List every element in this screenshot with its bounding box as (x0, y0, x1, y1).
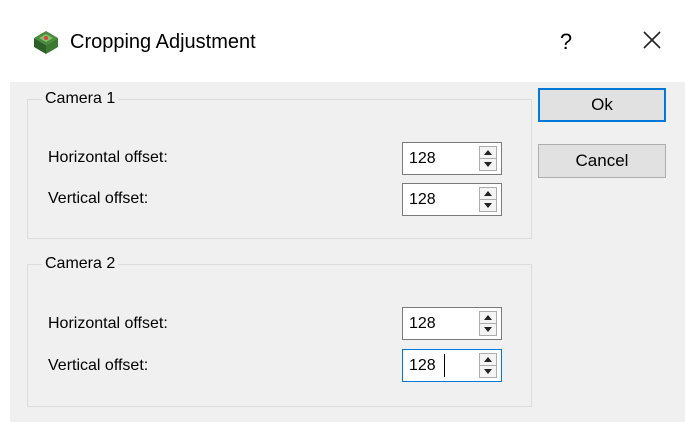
close-icon (630, 30, 674, 50)
camera-1-vertical-offset-spinbox[interactable]: 128 (402, 183, 502, 216)
spin-down-arrow-icon[interactable] (480, 159, 496, 170)
spinbox-value: 128 (409, 191, 436, 208)
camera-2-horizontal-offset-label: Horizontal offset: (48, 315, 168, 332)
camera-1-horizontal-offset-label: Horizontal offset: (48, 149, 168, 166)
spin-up-arrow-icon[interactable] (480, 354, 496, 366)
spin-up-arrow-icon[interactable] (480, 188, 496, 200)
spinbox-value: 128 (409, 150, 436, 167)
camera-2-horizontal-offset-spinbox[interactable]: 128 (402, 307, 502, 340)
spin-buttons (479, 146, 497, 171)
app-icon (30, 28, 60, 56)
spinbox-value: 128 (409, 315, 436, 332)
spin-buttons (479, 187, 497, 212)
camera-2-vertical-offset-spinbox[interactable]: 128 (402, 349, 502, 382)
camera-2-vertical-offset-label: Vertical offset: (48, 357, 149, 374)
spin-down-arrow-icon[interactable] (480, 200, 496, 211)
camera-2-group-title: Camera 2 (42, 253, 119, 275)
spin-down-arrow-icon[interactable] (480, 366, 496, 377)
camera-1-vertical-offset-label: Vertical offset: (48, 190, 149, 207)
dialog-body: Camera 1 Horizontal offset: 128 Vertical… (10, 82, 685, 422)
spin-buttons (479, 353, 497, 378)
ok-button[interactable]: Ok (538, 88, 666, 122)
camera-2-group: Camera 2 Horizontal offset: 128 Vertical… (27, 253, 532, 407)
spin-up-arrow-icon[interactable] (480, 147, 496, 159)
text-caret (444, 354, 445, 377)
camera-1-horizontal-offset-spinbox[interactable]: 128 (402, 142, 502, 175)
help-button[interactable]: ? (548, 20, 584, 64)
spinbox-value: 128 (409, 357, 436, 374)
spin-buttons (479, 311, 497, 336)
cropping-adjustment-dialog: Cropping Adjustment ? Camera 1 Horizonta… (0, 0, 685, 422)
dialog-title: Cropping Adjustment (70, 31, 256, 53)
cancel-button[interactable]: Cancel (538, 144, 666, 178)
close-button[interactable] (630, 20, 674, 64)
camera-1-group: Camera 1 Horizontal offset: 128 Vertical… (27, 88, 532, 239)
title-bar: Cropping Adjustment ? (0, 0, 685, 82)
spin-down-arrow-icon[interactable] (480, 324, 496, 335)
camera-1-group-title: Camera 1 (42, 88, 119, 110)
spin-up-arrow-icon[interactable] (480, 312, 496, 324)
